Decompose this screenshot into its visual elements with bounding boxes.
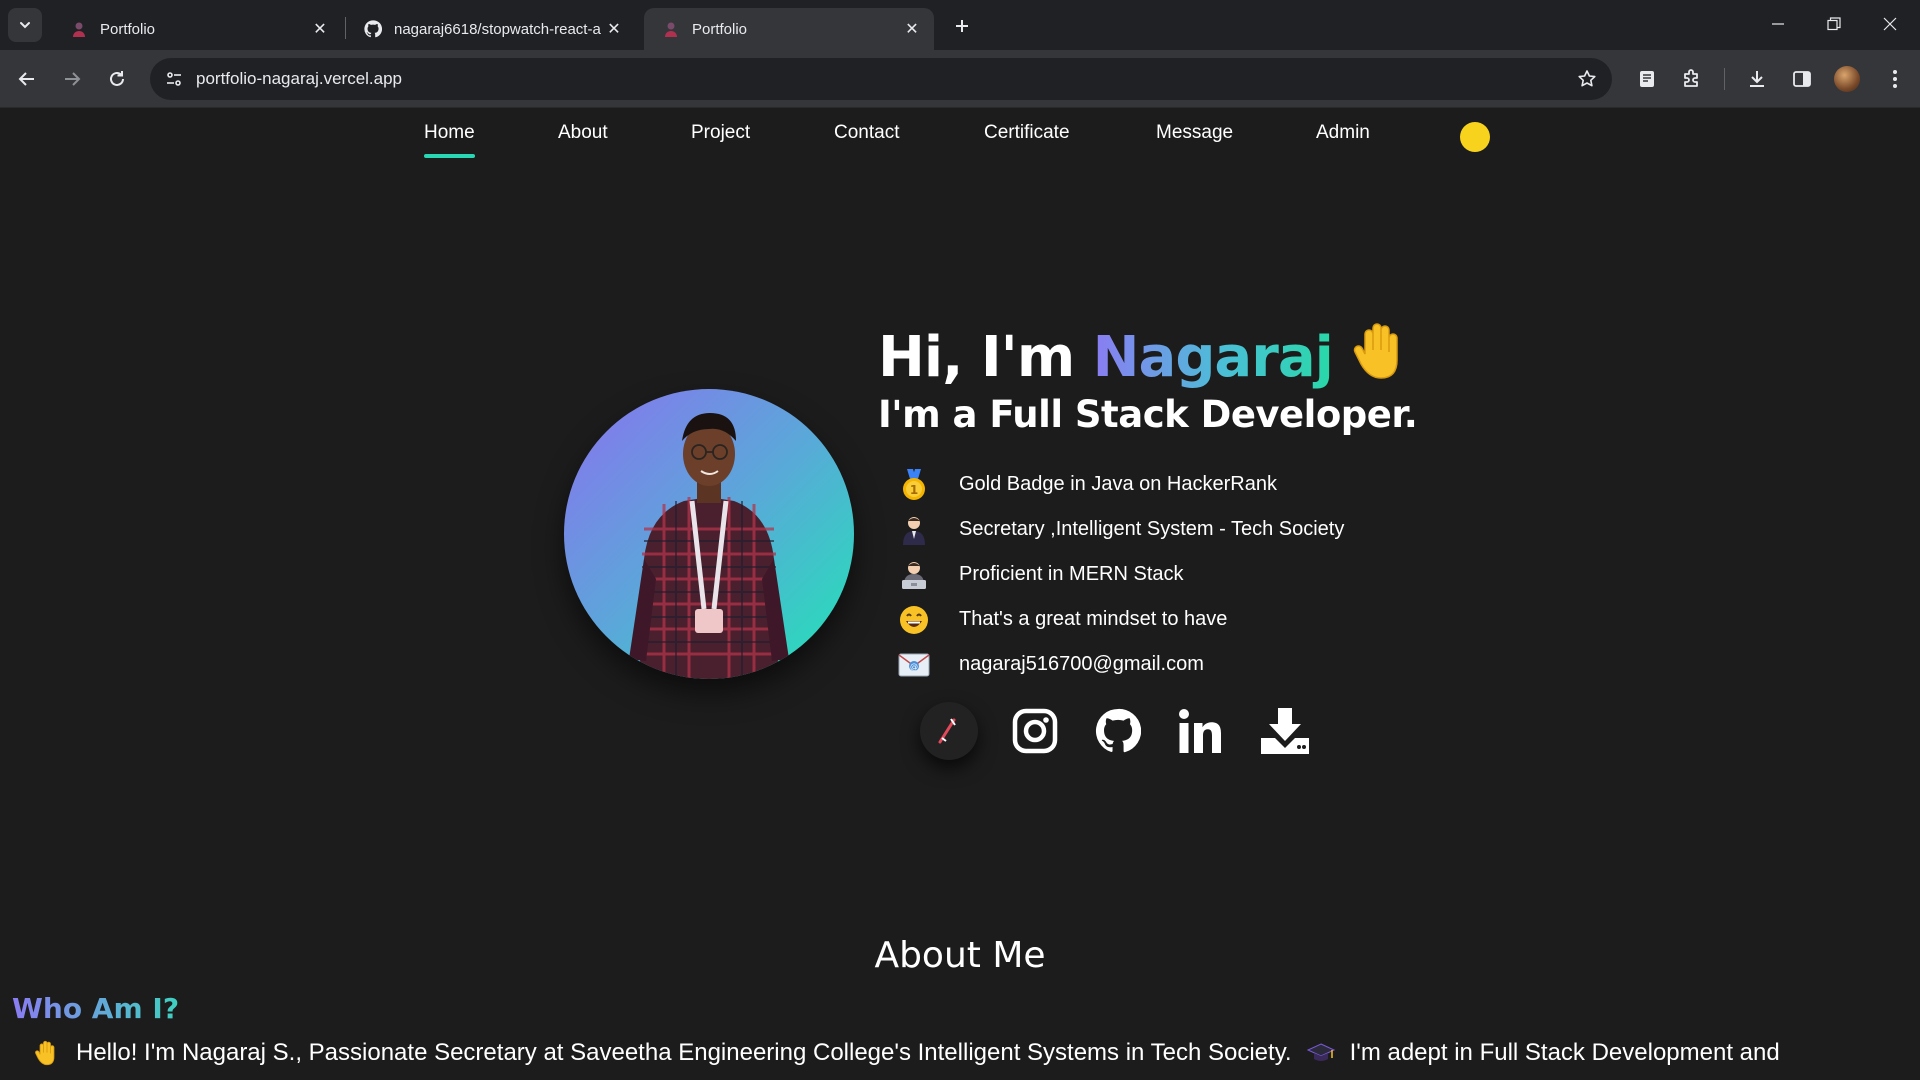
minimize-icon <box>1772 23 1784 25</box>
fact-text: Proficient in MERN Stack <box>959 563 1184 585</box>
profile-avatar[interactable] <box>1834 66 1860 92</box>
who-am-i-heading: Who Am I? <box>12 992 180 1025</box>
tab-search-button[interactable] <box>8 8 42 42</box>
hero-subtitle: I'm a Full Stack Developer. <box>878 393 1418 436</box>
nav-project[interactable]: Project <box>691 122 750 144</box>
reading-mode-button[interactable] <box>1632 64 1662 94</box>
close-window-button[interactable] <box>1862 6 1918 42</box>
about-intro: Hello! I'm Nagaraj S., Passionate Secret… <box>32 1038 1892 1068</box>
fact-item: Secretary ,Intelligent System - Tech Soc… <box>898 507 1344 552</box>
close-tab-icon[interactable]: ✕ <box>310 19 330 39</box>
reload-icon <box>110 71 124 86</box>
waving-hand-icon <box>1351 320 1411 380</box>
instagram-link[interactable] <box>1006 702 1064 760</box>
new-tab-button[interactable] <box>948 12 976 40</box>
nav-admin[interactable]: Admin <box>1316 122 1370 144</box>
fact-text: That's a great mindset to have <box>959 608 1228 630</box>
more-vert-icon <box>1893 70 1897 88</box>
instagram-icon <box>1012 708 1058 754</box>
tab-portfolio-2[interactable]: Portfolio ✕ <box>644 8 934 50</box>
browser-toolbar: portfolio-nagaraj.vercel.app <box>0 50 1920 108</box>
tab-title: Portfolio <box>100 20 156 38</box>
download-icon <box>1261 708 1309 754</box>
about-heading: About Me <box>874 935 1046 976</box>
fact-item: That's a great mindset to have <box>898 597 1344 642</box>
graduation-cap-icon <box>1306 1038 1336 1068</box>
restore-button[interactable] <box>1806 6 1862 42</box>
extensions-button[interactable] <box>1677 64 1707 94</box>
theme-toggle-button[interactable] <box>1460 122 1490 152</box>
restore-icon <box>1827 17 1841 31</box>
fact-email[interactable]: nagaraj516700@gmail.com <box>959 653 1204 676</box>
technologist-icon <box>898 559 930 591</box>
chevron-down-icon <box>20 22 30 29</box>
svg-text:@: @ <box>910 662 918 671</box>
tab-title: Portfolio <box>692 20 748 38</box>
dev-badge-icon <box>938 718 956 744</box>
back-arrow-icon <box>18 72 34 86</box>
close-tab-icon[interactable]: ✕ <box>902 19 922 39</box>
close-tab-icon[interactable]: ✕ <box>604 19 624 39</box>
about-intro-text-1: Hello! I'm Nagaraj S., Passionate Secret… <box>76 1039 1292 1066</box>
fact-item: @ nagaraj516700@gmail.com <box>898 642 1344 687</box>
linkedin-link[interactable] <box>1172 702 1230 760</box>
svg-text:1: 1 <box>910 483 918 497</box>
tab-portfolio-1[interactable]: Portfolio ✕ <box>52 8 342 50</box>
bookmark-star-icon[interactable] <box>1576 68 1598 90</box>
github-link[interactable] <box>1089 702 1147 760</box>
site-info-icon[interactable] <box>154 58 194 100</box>
url-text[interactable]: portfolio-nagaraj.vercel.app <box>196 69 402 89</box>
fact-item: 1 Gold Badge in Java on HackerRank <box>898 462 1344 507</box>
nav-home[interactable]: Home <box>424 122 475 158</box>
about-intro-text-2: I'm adept in Full Stack Development and <box>1349 1039 1780 1066</box>
medal-icon: 1 <box>898 468 930 501</box>
toolbar-divider <box>1724 68 1725 90</box>
nav-message[interactable]: Message <box>1156 122 1233 144</box>
nav-contact[interactable]: Contact <box>834 122 899 144</box>
fact-item: Proficient in MERN Stack <box>898 552 1344 597</box>
browser-tabstrip: Portfolio ✕ nagaraj6618/stopwatch-react-… <box>0 0 1920 50</box>
grin-icon <box>898 604 930 636</box>
resume-download-link[interactable] <box>1256 702 1314 760</box>
reload-button[interactable] <box>100 62 134 96</box>
browser-menu-button[interactable] <box>1880 64 1910 94</box>
github-icon <box>1095 708 1141 753</box>
portfolio-favicon-icon <box>662 20 680 38</box>
person-icon <box>898 514 930 546</box>
profile-photo <box>564 389 854 679</box>
plus-icon <box>956 20 968 32</box>
nav-about[interactable]: About <box>558 122 608 144</box>
minimize-button[interactable] <box>1750 6 1806 42</box>
site-navbar: Home About Project Contact Certificate M… <box>0 108 1920 168</box>
downloads-button[interactable] <box>1742 64 1772 94</box>
reading-mode-icon <box>1640 71 1654 87</box>
hero-title: Hi, I'm Nagaraj <box>878 320 1411 390</box>
side-panel-icon <box>1793 71 1811 87</box>
email-icon: @ <box>898 649 930 681</box>
address-bar[interactable]: portfolio-nagaraj.vercel.app <box>150 58 1612 100</box>
portfolio-page: Home About Project Contact Certificate M… <box>0 108 1920 1080</box>
tab-github[interactable]: nagaraj6618/stopwatch-react-a ✕ <box>346 8 636 50</box>
github-favicon-icon <box>364 20 382 38</box>
dev-badge-link[interactable] <box>920 702 978 760</box>
side-panel-button[interactable] <box>1787 64 1817 94</box>
forward-button[interactable] <box>55 62 89 96</box>
puzzle-icon <box>1684 69 1698 87</box>
social-links <box>920 702 1320 772</box>
fact-text: Gold Badge in Java on HackerRank <box>959 473 1277 495</box>
hero-name: Nagaraj <box>1092 325 1334 390</box>
back-button[interactable] <box>10 62 44 96</box>
close-icon <box>1883 17 1897 31</box>
hero-greeting: Hi, I'm <box>878 325 1093 390</box>
person-illustration <box>629 413 789 679</box>
tab-title: nagaraj6618/stopwatch-react-a <box>394 20 601 38</box>
download-icon <box>1750 71 1764 87</box>
nav-certificate[interactable]: Certificate <box>984 122 1070 144</box>
waving-hand-icon <box>32 1038 62 1068</box>
linkedin-icon <box>1179 709 1221 753</box>
facts-list: 1 Gold Badge in Java on HackerRank Secre… <box>898 462 1344 687</box>
fact-text: Secretary ,Intelligent System - Tech Soc… <box>959 518 1345 540</box>
portfolio-favicon-icon <box>70 20 88 38</box>
forward-arrow-icon <box>65 72 81 86</box>
